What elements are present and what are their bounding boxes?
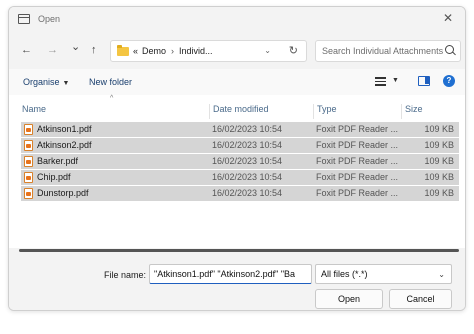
file-list: ^ Name Date modified Type Size Atkinson1… bbox=[9, 95, 465, 248]
file-date: 16/02/2023 10:54 bbox=[212, 156, 283, 166]
file-date: 16/02/2023 10:54 bbox=[212, 124, 283, 134]
organise-menu[interactable]: Organise ▼ bbox=[23, 77, 69, 87]
file-name: Dunstorp.pdf bbox=[37, 188, 89, 198]
file-size: 109 KB bbox=[424, 172, 454, 182]
breadcrumb-demo[interactable]: Demo bbox=[142, 46, 166, 56]
forward-arrow-icon[interactable]: → bbox=[47, 44, 58, 56]
window-title: Open bbox=[38, 14, 61, 24]
search-input[interactable]: Search Individual Attachments bbox=[315, 40, 461, 62]
title-bar: Open ✕ bbox=[9, 7, 465, 31]
file-type: Foxit PDF Reader ... bbox=[316, 156, 399, 166]
file-size: 109 KB bbox=[424, 188, 454, 198]
open-button[interactable]: Open bbox=[315, 289, 383, 309]
file-type: Foxit PDF Reader ... bbox=[316, 188, 399, 198]
file-row[interactable]: Chip.pdf 16/02/2023 10:54 Foxit PDF Read… bbox=[21, 170, 459, 185]
preview-pane-icon[interactable] bbox=[418, 76, 430, 86]
search-placeholder: Search Individual Attachments bbox=[322, 46, 444, 56]
refresh-icon[interactable]: ↻ bbox=[289, 44, 298, 57]
file-size: 109 KB bbox=[424, 140, 454, 150]
pdf-file-icon bbox=[24, 156, 33, 167]
file-name: Barker.pdf bbox=[37, 156, 79, 166]
search-icon[interactable] bbox=[445, 45, 454, 54]
close-icon[interactable]: ✕ bbox=[443, 12, 453, 24]
sort-indicator-icon: ^ bbox=[110, 95, 114, 102]
pdf-file-icon bbox=[24, 172, 33, 183]
view-options-caret-icon[interactable]: ▼ bbox=[392, 77, 399, 84]
file-date: 16/02/2023 10:54 bbox=[212, 172, 283, 182]
file-type: Foxit PDF Reader ... bbox=[316, 124, 399, 134]
command-toolbar: Organise ▼ New folder ▼ ? bbox=[9, 69, 465, 95]
column-header-type[interactable]: Type bbox=[313, 104, 401, 119]
file-name-label: File name: bbox=[104, 270, 147, 280]
column-header-name[interactable]: Name bbox=[19, 104, 209, 119]
chevron-down-icon: ⌄ bbox=[438, 270, 445, 279]
horizontal-scrollbar[interactable] bbox=[19, 249, 459, 252]
breadcrumb-overflow[interactable]: « bbox=[133, 46, 138, 56]
column-header-date-modified[interactable]: Date modified bbox=[209, 104, 313, 119]
new-folder-button[interactable]: New folder bbox=[89, 77, 132, 87]
file-type: Foxit PDF Reader ... bbox=[316, 172, 399, 182]
file-type-value: All files (*.*) bbox=[321, 269, 368, 279]
cancel-button[interactable]: Cancel bbox=[389, 289, 452, 309]
file-name: Atkinson1.pdf bbox=[37, 124, 92, 134]
file-name: Chip.pdf bbox=[37, 172, 71, 182]
file-name-input[interactable]: "Atkinson1.pdf" "Atkinson2.pdf" "Ba bbox=[149, 264, 312, 284]
file-date: 16/02/2023 10:54 bbox=[212, 140, 283, 150]
open-file-dialog: Open ✕ ← → ⌄ ↑ « Demo › Individ... ⌄ ↻ S… bbox=[8, 6, 466, 311]
dialog-footer: File name: "Atkinson1.pdf" "Atkinson2.pd… bbox=[9, 248, 465, 310]
folder-icon bbox=[117, 44, 129, 56]
view-options-icon[interactable] bbox=[375, 77, 386, 86]
organise-label: Organise bbox=[23, 77, 60, 87]
pdf-file-icon bbox=[24, 140, 33, 151]
breadcrumb-separator-icon: › bbox=[171, 46, 175, 56]
file-row[interactable]: Barker.pdf 16/02/2023 10:54 Foxit PDF Re… bbox=[21, 154, 459, 169]
window-icon bbox=[18, 14, 30, 24]
back-arrow-icon[interactable]: ← bbox=[21, 44, 32, 56]
recent-locations-chevron-icon[interactable]: ⌄ bbox=[71, 41, 80, 53]
file-type-select[interactable]: All files (*.*) ⌄ bbox=[315, 264, 452, 284]
breadcrumb-individual[interactable]: Individ... bbox=[179, 46, 213, 56]
address-dropdown-icon[interactable]: ⌄ bbox=[264, 46, 271, 55]
file-size: 109 KB bbox=[424, 124, 454, 134]
column-header-size[interactable]: Size bbox=[401, 104, 459, 119]
navigation-bar: ← → ⌄ ↑ « Demo › Individ... ⌄ ↻ Search I… bbox=[9, 31, 465, 69]
file-name: Atkinson2.pdf bbox=[37, 140, 92, 150]
address-bar[interactable]: « Demo › Individ... ⌄ ↻ bbox=[110, 40, 307, 62]
file-type: Foxit PDF Reader ... bbox=[316, 140, 399, 150]
file-row[interactable]: Atkinson2.pdf 16/02/2023 10:54 Foxit PDF… bbox=[21, 138, 459, 153]
help-icon[interactable]: ? bbox=[443, 75, 455, 87]
pdf-file-icon bbox=[24, 188, 33, 199]
file-list-header: Name Date modified Type Size bbox=[19, 104, 459, 119]
file-row[interactable]: Dunstorp.pdf 16/02/2023 10:54 Foxit PDF … bbox=[21, 186, 459, 201]
pdf-file-icon bbox=[24, 124, 33, 135]
file-date: 16/02/2023 10:54 bbox=[212, 188, 283, 198]
up-arrow-icon[interactable]: ↑ bbox=[91, 44, 97, 56]
file-size: 109 KB bbox=[424, 156, 454, 166]
file-row[interactable]: Atkinson1.pdf 16/02/2023 10:54 Foxit PDF… bbox=[21, 122, 459, 137]
organise-caret-icon: ▼ bbox=[62, 80, 70, 87]
